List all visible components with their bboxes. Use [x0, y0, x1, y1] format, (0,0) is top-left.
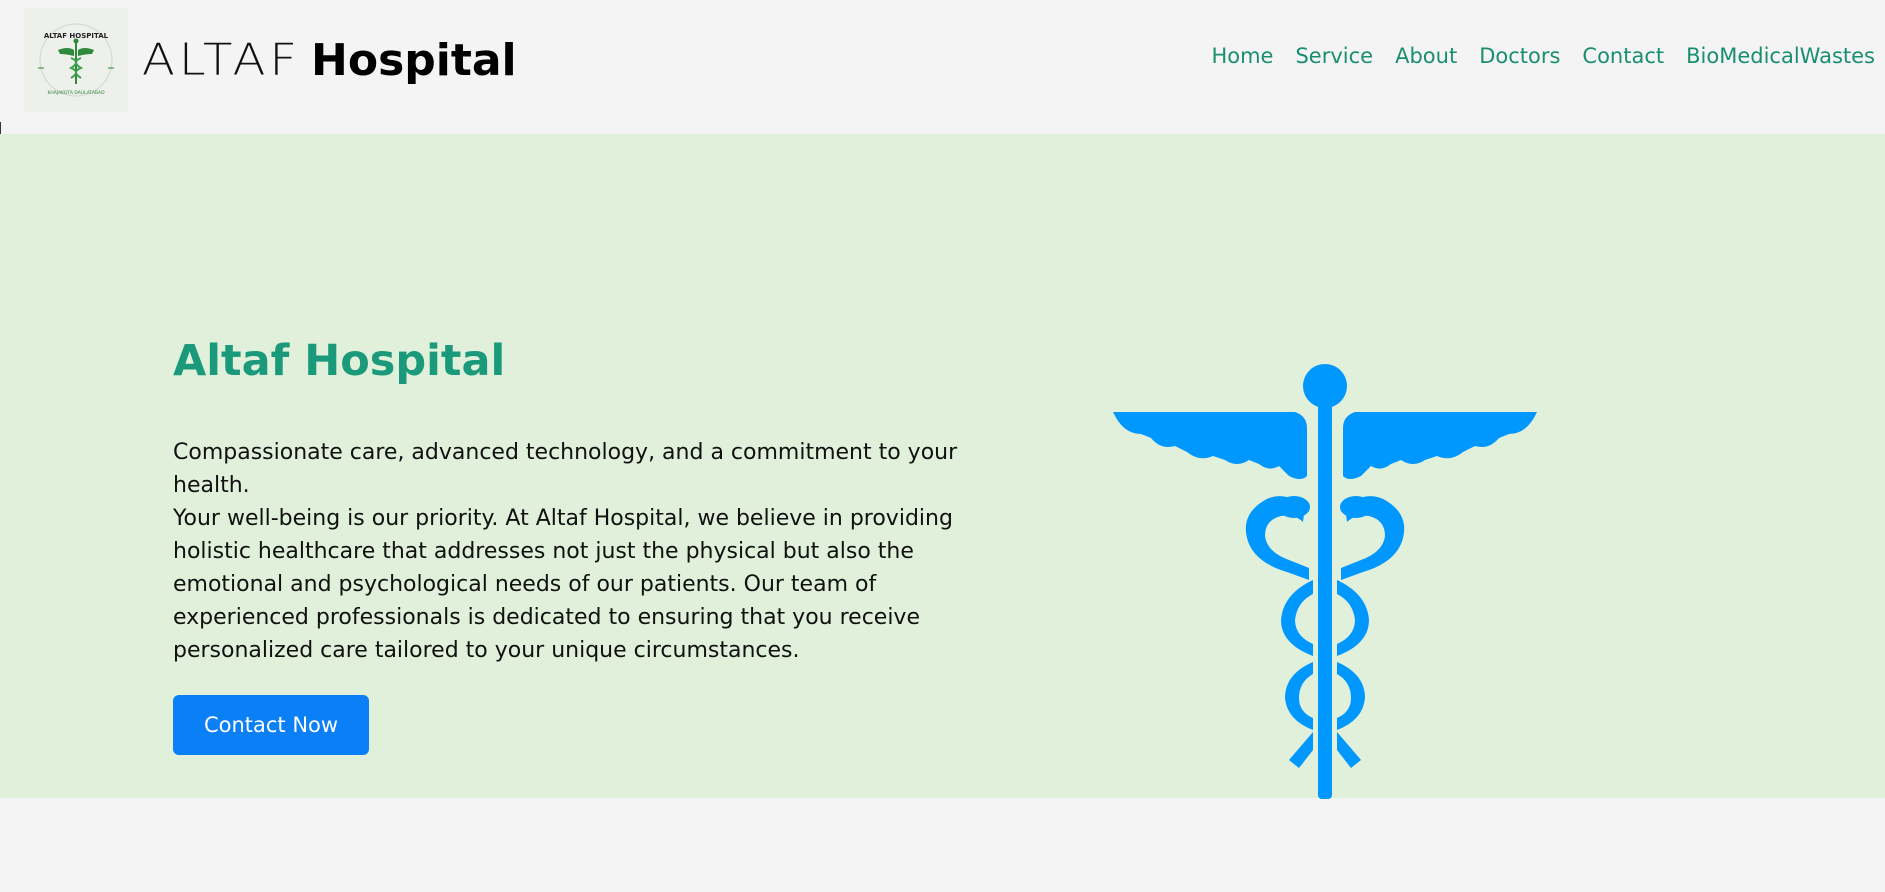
brand-name-bold: Hospital: [311, 34, 517, 86]
hospital-logo[interactable]: ALTAF HOSPITAL KHAJAKOTA DAULATABAD: [24, 8, 128, 112]
hero-body: Your well-being is our priority. At Alta…: [173, 506, 953, 663]
brand-name-light: ALTAF: [142, 34, 302, 86]
brand-name[interactable]: ALTAF Hospital: [142, 30, 517, 90]
logo-emblem-icon: ALTAF HOSPITAL KHAJAKOTA DAULATABAD: [38, 23, 114, 97]
caduceus-icon: [1113, 364, 1537, 799]
nav-home[interactable]: Home: [1211, 44, 1273, 68]
hero-section: Altaf Hospital Compassionate care, advan…: [0, 134, 1885, 799]
svg-text:KHAJAKOTA DAULATABAD: KHAJAKOTA DAULATABAD: [47, 90, 105, 96]
nav-about[interactable]: About: [1395, 44, 1457, 68]
nav-contact[interactable]: Contact: [1582, 44, 1664, 68]
contact-now-button[interactable]: Contact Now: [173, 695, 369, 755]
hero-title: Altaf Hospital: [173, 336, 506, 386]
main-nav: Home Service About Doctors Contact BioMe…: [1211, 44, 1875, 68]
site-header: ALTAF HOSPITAL KHAJAKOTA DAULATABAD ALTA…: [0, 0, 1885, 134]
header-divider-mark: [0, 122, 1, 134]
hero-description: Compassionate care, advanced technology,…: [173, 436, 963, 667]
nav-doctors[interactable]: Doctors: [1479, 44, 1560, 68]
hero-tagline: Compassionate care, advanced technology,…: [173, 440, 958, 498]
nav-service[interactable]: Service: [1295, 44, 1373, 68]
nav-biomedicalwastes[interactable]: BioMedicalWastes: [1686, 44, 1875, 68]
